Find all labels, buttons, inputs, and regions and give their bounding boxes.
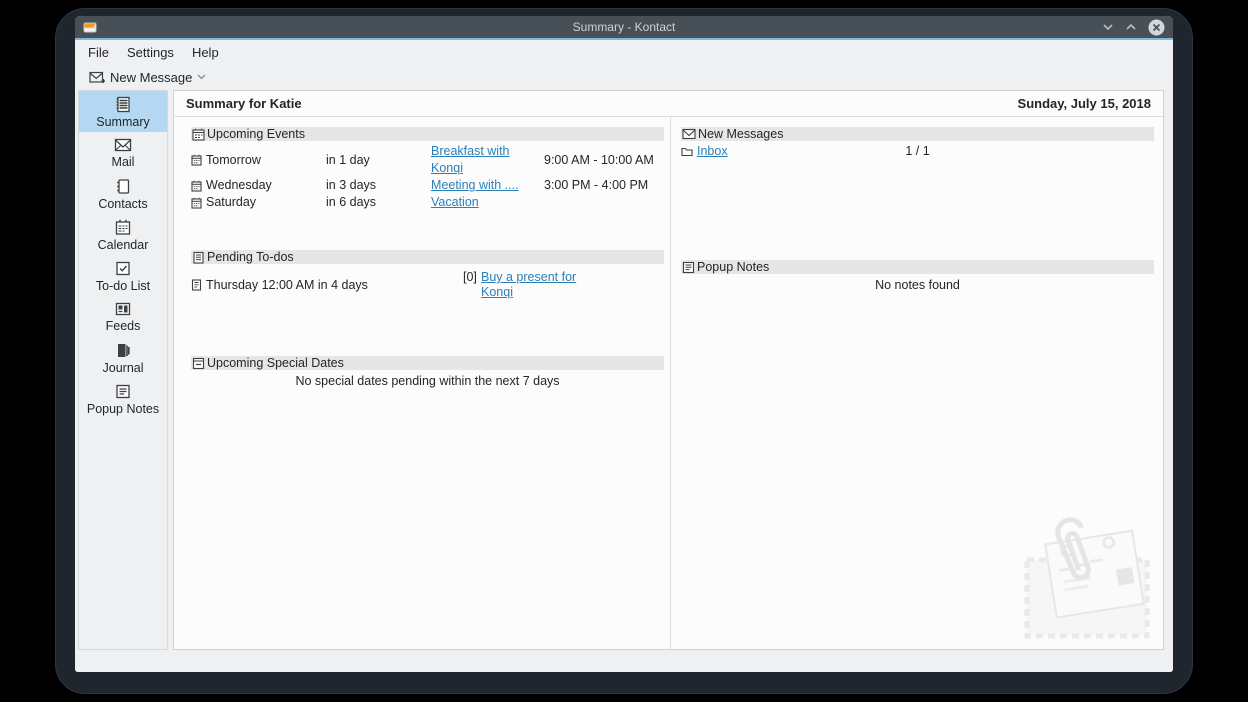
section-title: New Messages: [698, 127, 784, 141]
popup-notes-icon: [113, 382, 133, 401]
event-calendar-icon: [191, 180, 202, 192]
todo-priority: [0]: [463, 270, 477, 284]
event-time: 3:00 PM - 4:00 PM: [544, 178, 649, 192]
sidebar-label: Feeds: [105, 319, 141, 333]
event-relative: in 1 day: [326, 152, 370, 167]
section-pending-todos: Pending To-dos: [191, 250, 664, 264]
summary-header: Summary for Katie Sunday, July 15, 2018: [174, 91, 1163, 117]
kontact-window: Summary - Kontact File Settings Help New…: [75, 16, 1173, 672]
upcoming-events-table: Tomorrow in 1 day Breakfast with Konqi 9…: [191, 143, 664, 211]
sidebar: Summary Mail Contacts Calendar To-do Lis…: [78, 90, 168, 650]
toolbar: New Message: [75, 64, 1173, 90]
section-new-messages: New Messages: [681, 127, 1154, 141]
menu-file[interactable]: File: [79, 43, 118, 62]
sidebar-label: Contacts: [98, 196, 148, 211]
event-calendar-icon: [191, 197, 202, 209]
sidebar-item-summary[interactable]: Summary: [79, 91, 167, 132]
event-day: Saturday: [206, 195, 257, 209]
todo-list-icon: [113, 259, 133, 278]
events-calendar-icon: [192, 128, 205, 141]
event-relative: in 6 days: [326, 195, 377, 209]
sidebar-item-mail[interactable]: Mail: [79, 132, 167, 173]
sidebar-item-popup-notes[interactable]: Popup Notes: [79, 378, 167, 419]
popup-notes-empty-text: No notes found: [875, 278, 960, 292]
event-row: Tomorrow in 1 day Breakfast with Konqi 9…: [191, 143, 664, 177]
sidebar-item-todo[interactable]: To-do List: [79, 255, 167, 296]
menubar: File Settings Help: [75, 40, 1173, 64]
summary-columns: Upcoming Events Tomorrow in 1 day Breakf…: [174, 117, 1163, 649]
todo-link[interactable]: Buy a present for Konqi: [481, 270, 601, 300]
section-title: Pending To-dos: [207, 250, 294, 264]
statusbar: [75, 650, 1173, 672]
left-column: Upcoming Events Tomorrow in 1 day Breakf…: [174, 117, 670, 649]
new-message-envelope-icon: [89, 71, 105, 84]
section-title: Upcoming Events: [207, 127, 305, 141]
special-dates-empty-text: No special dates pending within the next…: [295, 374, 560, 388]
message-count: 1 / 1: [905, 144, 930, 158]
todo-when-text: Thursday 12:00 AM in 4 days: [206, 277, 368, 292]
section-title: Upcoming Special Dates: [207, 356, 344, 370]
main-area: Summary Mail Contacts Calendar To-do Lis…: [75, 90, 1173, 650]
sidebar-label: Calendar: [97, 237, 149, 252]
sidebar-label: To-do List: [95, 278, 151, 293]
section-upcoming-events: Upcoming Events: [191, 127, 664, 141]
calendar-icon: [113, 218, 133, 237]
messages-envelope-icon: [682, 128, 696, 140]
event-row: Wednesday in 3 days Meeting with .... 3:…: [191, 177, 664, 194]
event-row: Saturday in 6 days Vacation: [191, 194, 664, 211]
menu-help[interactable]: Help: [183, 43, 228, 62]
event-day: Wednesday: [206, 178, 272, 192]
section-title: Popup Notes: [697, 260, 770, 274]
event-link[interactable]: Breakfast with Konqi: [431, 143, 544, 177]
contacts-icon: [113, 177, 133, 196]
event-link[interactable]: Meeting with ....: [431, 177, 544, 194]
sidebar-item-journal[interactable]: Journal: [79, 337, 167, 378]
header-date: Sunday, July 15, 2018: [1017, 96, 1151, 111]
page-title: Summary for Katie: [186, 96, 302, 111]
sidebar-label: Summary: [96, 114, 150, 129]
close-icon[interactable]: [1148, 19, 1165, 36]
minimize-icon[interactable]: [1102, 23, 1114, 31]
event-calendar-icon: [191, 154, 202, 166]
new-message-label: New Message: [110, 69, 193, 85]
sidebar-item-contacts[interactable]: Contacts: [79, 173, 167, 214]
mail-icon: [113, 136, 133, 154]
sidebar-label: Mail: [111, 155, 135, 169]
section-popup-notes: Popup Notes: [681, 260, 1154, 274]
sidebar-item-calendar[interactable]: Calendar: [79, 214, 167, 255]
new-message-button[interactable]: New Message: [85, 68, 210, 87]
section-special-dates: Upcoming Special Dates: [191, 356, 664, 370]
event-day: Tomorrow: [206, 152, 261, 167]
special-dates-icon: [192, 357, 205, 370]
notes-section-icon: [682, 261, 695, 274]
event-relative: in 3 days: [326, 178, 377, 192]
window-title: Summary - Kontact: [572, 20, 676, 34]
screenshot-stage: Summary - Kontact File Settings Help New…: [0, 0, 1248, 702]
right-column: New Messages Inbox 1 / 1 Popup Notes No …: [671, 117, 1163, 649]
summary-panel: Summary for Katie Sunday, July 15, 2018: [173, 90, 1164, 650]
journal-icon: [113, 341, 133, 360]
sidebar-item-feeds[interactable]: Feeds: [79, 296, 167, 337]
todos-list-icon: [192, 251, 205, 264]
titlebar[interactable]: Summary - Kontact: [75, 16, 1173, 38]
summary-icon: [113, 95, 133, 114]
todo-row: Thursday 12:00 AM in 4 days [0] Buy a pr…: [191, 270, 664, 300]
todo-item-icon: [191, 279, 202, 291]
new-message-caret-icon: [197, 74, 206, 80]
event-link[interactable]: Vacation: [431, 194, 544, 211]
feeds-icon: [113, 300, 133, 318]
message-folder-row: Inbox 1 / 1: [681, 143, 1154, 160]
sidebar-label: Journal: [102, 360, 144, 375]
maximize-icon[interactable]: [1125, 23, 1137, 31]
window-controls: [1102, 19, 1165, 36]
event-time: 9:00 AM - 10:00 AM: [544, 152, 654, 167]
kontact-watermark-logo: [1019, 508, 1159, 645]
sidebar-label: Popup Notes: [86, 401, 160, 416]
menu-settings[interactable]: Settings: [118, 43, 183, 62]
